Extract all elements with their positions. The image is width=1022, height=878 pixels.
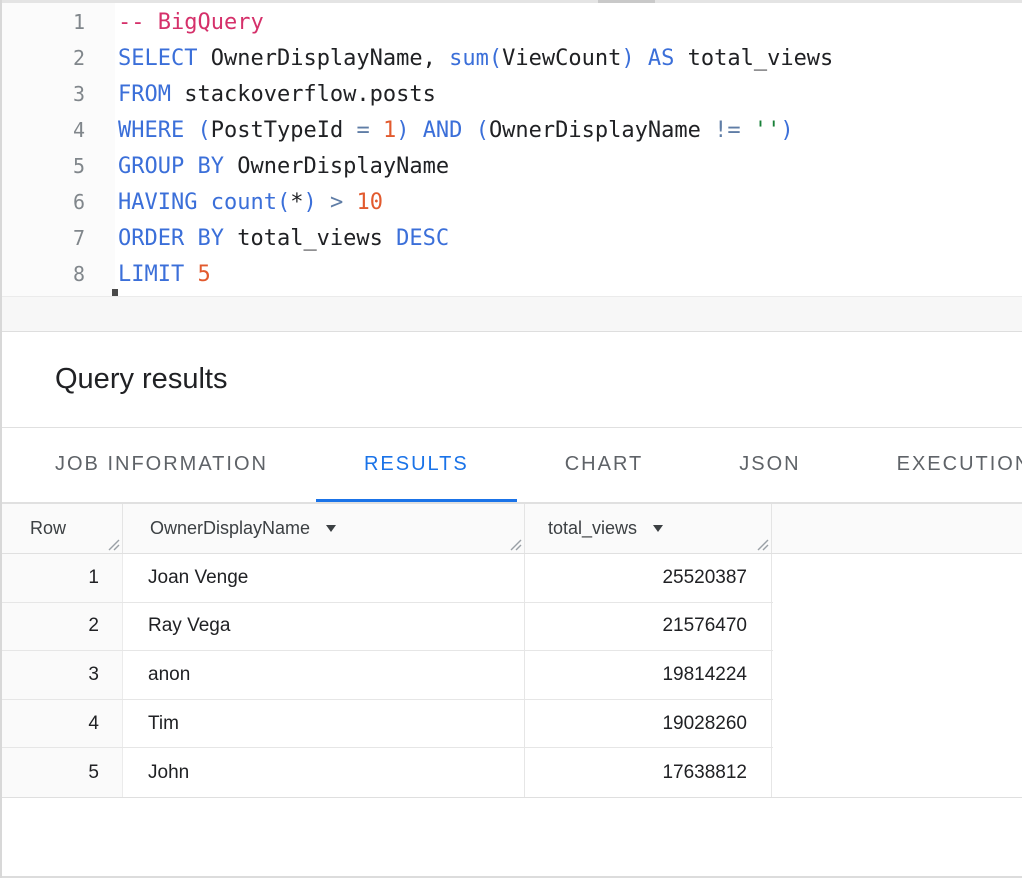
results-tabbar: JOB INFORMATIONRESULTSCHARTJSONEXECUTION… (0, 429, 1022, 503)
cell-total-views: 19814224 (525, 651, 772, 699)
cell-total-views: 21576470 (525, 603, 772, 651)
column-header-total-views[interactable]: total_views (525, 504, 772, 553)
cell-total-views: 19028260 (525, 700, 772, 748)
results-table-header: Row OwnerDisplayName total_views (0, 503, 1022, 554)
cell-row-number: 2 (0, 603, 123, 651)
line-number: 7 (0, 226, 115, 250)
code-line[interactable]: 7ORDER BY total_views DESC (0, 220, 1022, 256)
table-row: 4Tim19028260 (0, 700, 773, 749)
line-number: 5 (0, 154, 115, 178)
line-number: 8 (0, 262, 115, 286)
line-number: 1 (0, 10, 115, 34)
code-line[interactable]: 5GROUP BY OwnerDisplayName (0, 148, 1022, 184)
header-filler (772, 504, 1022, 553)
code-text: WHERE (PostTypeId = 1) AND (OwnerDisplay… (115, 118, 794, 143)
code-line[interactable]: 1-- BigQuery (0, 4, 1022, 40)
code-line[interactable]: 8LIMIT 5 (0, 256, 1022, 292)
tab-chart[interactable]: CHART (517, 429, 692, 502)
column-header-row: Row (0, 504, 123, 553)
code-text: HAVING count(*) > 10 (115, 190, 383, 215)
cell-row-number: 1 (0, 554, 123, 602)
code-line[interactable]: 4WHERE (PostTypeId = 1) AND (OwnerDispla… (0, 112, 1022, 148)
column-dropdown-icon[interactable] (653, 525, 663, 532)
top-scrollbar-thumb[interactable] (598, 0, 655, 3)
cell-total-views: 17638812 (525, 748, 772, 797)
tab-execution-details[interactable]: EXECUTION DETAILS (849, 429, 1022, 502)
results-table-body: 1Joan Venge255203872Ray Vega215764703ano… (0, 554, 773, 797)
code-text: -- BigQuery (115, 10, 264, 35)
column-dropdown-icon[interactable] (326, 525, 336, 532)
top-scrollbar-track (0, 0, 1022, 3)
column-label: OwnerDisplayName (150, 518, 310, 539)
sql-editor[interactable]: 1-- BigQuery2SELECT OwnerDisplayName, su… (0, 4, 1022, 292)
column-label: total_views (548, 518, 637, 539)
code-text: ORDER BY total_views DESC (115, 226, 449, 251)
code-line[interactable]: 6HAVING count(*) > 10 (0, 184, 1022, 220)
line-number: 6 (0, 190, 115, 214)
code-text: GROUP BY OwnerDisplayName (115, 154, 449, 179)
cell-ownerdisplayname: Joan Venge (123, 554, 525, 602)
cell-row-number: 3 (0, 651, 123, 699)
panel-left-border (0, 0, 2, 878)
column-header-ownerdisplayname[interactable]: OwnerDisplayName (123, 504, 525, 553)
text-cursor (112, 289, 118, 296)
tab-json[interactable]: JSON (691, 429, 848, 502)
table-row: 3anon19814224 (0, 651, 773, 700)
table-bottom-border (0, 797, 1022, 798)
cell-ownerdisplayname: anon (123, 651, 525, 699)
code-line[interactable]: 2SELECT OwnerDisplayName, sum(ViewCount)… (0, 40, 1022, 76)
section-divider (0, 296, 1022, 332)
cell-ownerdisplayname: Ray Vega (123, 603, 525, 651)
cell-ownerdisplayname: John (123, 748, 525, 797)
code-line[interactable]: 3FROM stackoverflow.posts (0, 76, 1022, 112)
line-number: 3 (0, 82, 115, 106)
line-number: 2 (0, 46, 115, 70)
table-row: 5John17638812 (0, 748, 773, 797)
column-label: Row (30, 518, 66, 539)
code-text: SELECT OwnerDisplayName, sum(ViewCount) … (115, 46, 833, 71)
table-row: 2Ray Vega21576470 (0, 603, 773, 652)
column-resize-handle[interactable] (105, 536, 120, 551)
column-resize-handle[interactable] (507, 536, 522, 551)
cell-row-number: 5 (0, 748, 123, 797)
column-resize-handle[interactable] (754, 536, 769, 551)
cell-total-views: 25520387 (525, 554, 772, 602)
tab-job-information[interactable]: JOB INFORMATION (7, 429, 316, 502)
cell-ownerdisplayname: Tim (123, 700, 525, 748)
code-text: FROM stackoverflow.posts (115, 82, 436, 107)
query-results-header: Query results (0, 332, 1022, 428)
tab-results[interactable]: RESULTS (316, 429, 517, 502)
page-title: Query results (55, 363, 227, 396)
line-number: 4 (0, 118, 115, 142)
cell-row-number: 4 (0, 700, 123, 748)
table-row: 1Joan Venge25520387 (0, 554, 773, 603)
code-text: LIMIT 5 (115, 262, 211, 287)
